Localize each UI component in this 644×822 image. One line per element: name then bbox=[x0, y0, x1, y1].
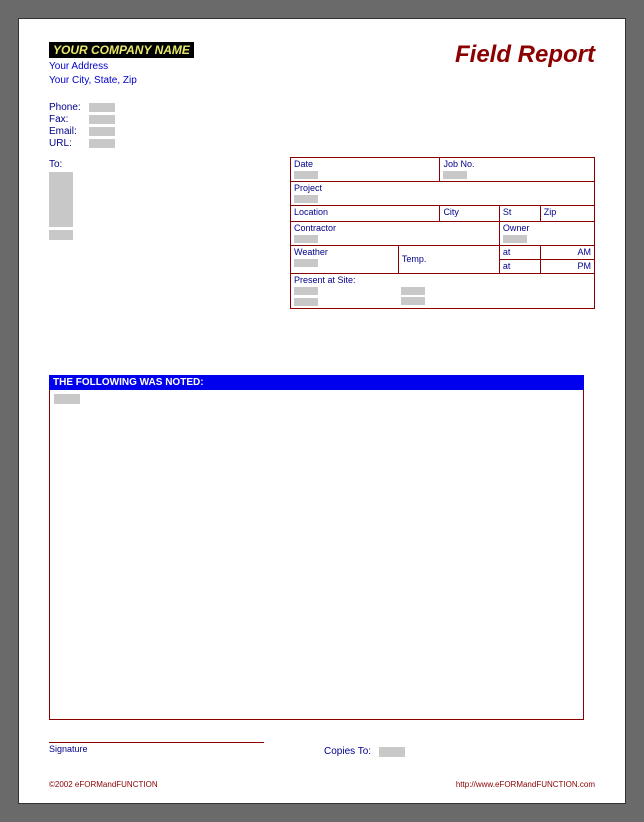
pm-label: PM bbox=[578, 261, 592, 271]
email-field[interactable] bbox=[89, 127, 115, 136]
weather-label: Weather bbox=[294, 247, 328, 257]
date-field[interactable] bbox=[294, 171, 318, 179]
footer-left: ©2002 eFORMandFUNCTION bbox=[49, 780, 158, 789]
copies-field[interactable] bbox=[379, 747, 405, 757]
st-cell[interactable]: St bbox=[499, 206, 540, 222]
copies-row: Copies To: bbox=[324, 746, 405, 757]
contact-block: Phone: Fax: Email: URL: bbox=[49, 101, 595, 149]
company-csz: Your City, State, Zip bbox=[49, 74, 595, 87]
url-field[interactable] bbox=[89, 139, 115, 148]
phone-field[interactable] bbox=[89, 103, 115, 112]
present-cell[interactable]: Present at Site: bbox=[291, 274, 595, 309]
temp-label: Temp. bbox=[402, 254, 427, 264]
page: YOUR COMPANY NAME Your Address Your City… bbox=[18, 18, 626, 804]
jobno-field[interactable] bbox=[443, 171, 467, 179]
location-cell[interactable]: Location bbox=[291, 206, 440, 222]
document-title: Field Report bbox=[455, 41, 595, 69]
project-label: Project bbox=[294, 183, 322, 193]
date-label: Date bbox=[294, 159, 313, 169]
phone-label: Phone: bbox=[49, 102, 89, 113]
at1-cell[interactable]: at bbox=[499, 246, 540, 260]
city-label: City bbox=[443, 207, 459, 217]
contractor-cell[interactable]: Contractor bbox=[291, 222, 500, 246]
notes-box[interactable] bbox=[49, 390, 584, 720]
company-name: YOUR COMPANY NAME bbox=[49, 42, 194, 58]
to-field[interactable] bbox=[49, 172, 73, 227]
fax-label: Fax: bbox=[49, 114, 89, 125]
present-field-1[interactable] bbox=[294, 287, 318, 295]
present-field-4[interactable] bbox=[401, 297, 425, 305]
present-label: Present at Site: bbox=[294, 275, 356, 285]
weather-field[interactable] bbox=[294, 259, 318, 267]
zip-cell[interactable]: Zip bbox=[540, 206, 594, 222]
temp-cell[interactable]: Temp. bbox=[398, 246, 499, 274]
project-field[interactable] bbox=[294, 195, 318, 203]
footer-right: http://www.eFORMandFUNCTION.com bbox=[456, 780, 595, 789]
jobno-cell[interactable]: Job No. bbox=[440, 158, 595, 182]
signature-line bbox=[49, 742, 264, 743]
signature-label: Signature bbox=[49, 744, 595, 754]
present-field-3[interactable] bbox=[294, 298, 318, 306]
project-cell[interactable]: Project bbox=[291, 182, 595, 206]
pm-cell: PM bbox=[540, 260, 594, 274]
jobno-label: Job No. bbox=[443, 159, 474, 169]
notes-header: THE FOLLOWING WAS NOTED: bbox=[49, 375, 584, 390]
zip-label: Zip bbox=[544, 207, 557, 217]
copies-label: Copies To: bbox=[324, 746, 371, 757]
contractor-field[interactable] bbox=[294, 235, 318, 243]
to-field-2[interactable] bbox=[49, 230, 73, 240]
info-table: Date Job No. Project Location City St Zi… bbox=[290, 157, 595, 309]
at2-label: at bbox=[503, 261, 511, 271]
am-label: AM bbox=[578, 247, 592, 257]
date-cell[interactable]: Date bbox=[291, 158, 440, 182]
owner-field[interactable] bbox=[503, 235, 527, 243]
notes-field[interactable] bbox=[54, 394, 80, 404]
url-label: URL: bbox=[49, 138, 89, 149]
email-label: Email: bbox=[49, 126, 89, 137]
owner-cell[interactable]: Owner bbox=[499, 222, 594, 246]
present-field-2[interactable] bbox=[401, 287, 425, 295]
owner-label: Owner bbox=[503, 223, 530, 233]
am-cell: AM bbox=[540, 246, 594, 260]
city-cell[interactable]: City bbox=[440, 206, 499, 222]
location-label: Location bbox=[294, 207, 328, 217]
at1-label: at bbox=[503, 247, 511, 257]
fax-field[interactable] bbox=[89, 115, 115, 124]
contractor-label: Contractor bbox=[294, 223, 336, 233]
weather-cell[interactable]: Weather bbox=[291, 246, 399, 274]
at2-cell[interactable]: at bbox=[499, 260, 540, 274]
st-label: St bbox=[503, 207, 512, 217]
